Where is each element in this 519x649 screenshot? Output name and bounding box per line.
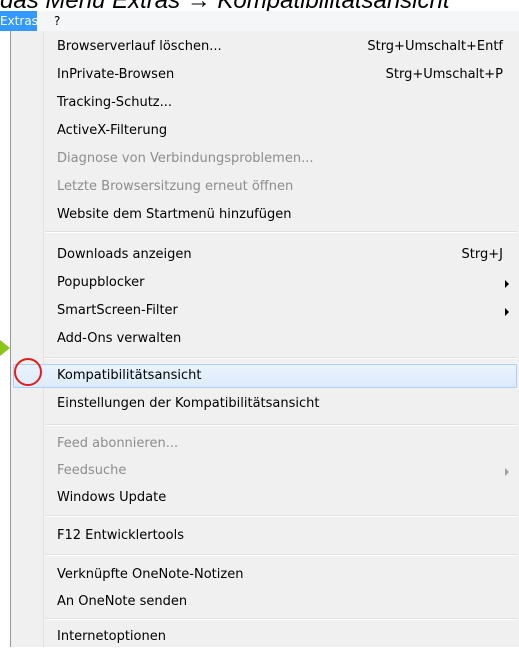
menu-separator (45, 424, 517, 426)
menu-item-label: Popupblocker (57, 275, 145, 290)
menu-item-activex-filterung[interactable]: ActiveX-Filterung (13, 119, 517, 143)
menu-separator (45, 618, 517, 620)
menu-item-internetoptionen[interactable]: Internetoptionen (13, 625, 517, 649)
menu-item-label: Tracking-Schutz... (57, 95, 173, 110)
menu-item-downloads-anzeigen[interactable]: Downloads anzeigen Strg+J (13, 243, 517, 267)
menu-item-label: InPrivate-Browsen (57, 67, 175, 82)
menu-item-label: Browserverlauf löschen... (57, 39, 222, 54)
menu-item-an-onenote-senden[interactable]: An OneNote senden (13, 590, 517, 614)
menu-help[interactable]: ? (48, 11, 66, 31)
menu-item-shortcut: Strg+Umschalt+P (385, 67, 503, 82)
menu-item-feedsuche: Feedsuche (13, 459, 517, 483)
menu-item-label: F12 Entwicklertools (57, 528, 184, 543)
menu-item-einstellungen-kompatibilitaetsansicht[interactable]: Einstellungen der Kompatibilitätsansicht (13, 392, 517, 416)
menu-item-label: Kompatibilitätsansicht (57, 368, 202, 383)
menu-item-label: ActiveX-Filterung (57, 123, 168, 138)
menu-item-label: Feed abonnieren... (57, 436, 179, 451)
menu-item-popupblocker[interactable]: Popupblocker (13, 271, 517, 295)
menu-item-letzte-browsersitzung: Letzte Browsersitzung erneut öffnen (13, 175, 517, 199)
menu-item-shortcut: Strg+J (461, 247, 503, 262)
menu-item-smartscreen-filter[interactable]: SmartScreen-Filter (13, 299, 517, 323)
menu-item-browserverlauf-loeschen[interactable]: Browserverlauf löschen... Strg+Umschalt+… (13, 35, 517, 59)
submenu-arrow-icon (505, 280, 509, 288)
left-margin (0, 31, 10, 647)
menu-item-kompatibilitaetsansicht[interactable]: Kompatibilitätsansicht (13, 364, 517, 388)
menu-item-label: Downloads anzeigen (57, 247, 192, 262)
menu-bar: Extras ? (0, 11, 519, 32)
menu-separator (45, 554, 517, 556)
caption-text: das Menü Extras → Kompatibilitätsansicht (0, 0, 519, 11)
menu-item-f12-entwicklertools[interactable]: F12 Entwicklertools (13, 524, 517, 548)
menu-separator (45, 231, 517, 233)
menu-item-label: Verknüpfte OneNote-Notizen (57, 567, 244, 582)
menu-item-verknuepfte-onenote-notizen[interactable]: Verknüpfte OneNote-Notizen (13, 563, 517, 587)
menu-item-label: Letzte Browsersitzung erneut öffnen (57, 179, 294, 194)
menu-item-website-startmenue[interactable]: Website dem Startmenü hinzufügen (13, 203, 517, 227)
menu-item-windows-update[interactable]: Windows Update (13, 486, 517, 510)
menu-item-shortcut: Strg+Umschalt+Entf (367, 39, 503, 54)
menu-item-tracking-schutz[interactable]: Tracking-Schutz... (13, 91, 517, 115)
menu-item-label: Internetoptionen (57, 629, 166, 644)
menu-item-label: Diagnose von Verbindungsproblemen... (57, 151, 314, 166)
menu-separator (45, 357, 517, 359)
menu-item-label: Feedsuche (57, 463, 127, 478)
annotation-circle-icon (14, 358, 42, 386)
menu-extras[interactable]: Extras (0, 11, 38, 31)
menu-separator (45, 515, 517, 517)
menu-item-label: Website dem Startmenü hinzufügen (57, 207, 292, 222)
menu-item-addons-verwalten[interactable]: Add-Ons verwalten (13, 327, 517, 351)
menu-item-label: Einstellungen der Kompatibilitätsansicht (57, 396, 320, 411)
menu-item-label: Add-Ons verwalten (57, 331, 182, 346)
extras-dropdown-menu: Browserverlauf löschen... Strg+Umschalt+… (10, 31, 519, 647)
menu-item-diagnose-verbindungsprobleme: Diagnose von Verbindungsproblemen... (13, 147, 517, 171)
menu-item-feed-abonnieren: Feed abonnieren... (13, 432, 517, 456)
menu-item-label: An OneNote senden (57, 594, 188, 609)
menu-item-label: Windows Update (57, 490, 167, 505)
submenu-arrow-icon (505, 308, 509, 316)
menu-item-label: SmartScreen-Filter (57, 303, 178, 318)
menu-item-inprivate-browsen[interactable]: InPrivate-Browsen Strg+Umschalt+P (13, 63, 517, 87)
submenu-arrow-icon (505, 468, 509, 476)
annotation-arrow-icon (0, 340, 10, 356)
